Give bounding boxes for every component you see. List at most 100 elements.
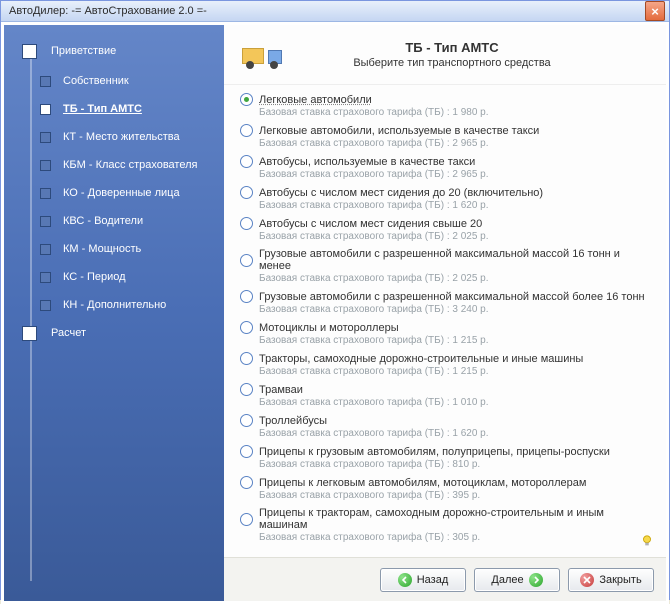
sidebar-item-label: КО - Доверенные лица: [63, 187, 180, 199]
wizard-body: Приветствие Собственник ТБ - Тип АМТС КТ -…: [1, 22, 669, 604]
sidebar-item-label: КС - Период: [63, 271, 126, 283]
vehicle-radio-10[interactable]: Троллейбусы: [240, 414, 654, 427]
radio-icon: [240, 290, 253, 303]
sidebar-end[interactable]: Расчет: [22, 319, 224, 347]
sidebar: Приветствие Собственник ТБ - Тип АМТС КТ -…: [4, 25, 224, 601]
arrow-right-icon: [529, 573, 543, 587]
sidebar-item-1[interactable]: ТБ - Тип АМТС: [22, 95, 224, 123]
radio-icon: [240, 476, 253, 489]
options-list: Легковые автомобилиБазовая ставка страхо…: [224, 85, 666, 557]
vehicle-radio-2[interactable]: Автобусы, используемые в качестве такси: [240, 155, 654, 168]
option-rate: Базовая ставка страхового тарифа (ТБ) : …: [259, 459, 654, 470]
next-label: Далее: [491, 574, 523, 586]
node-icon: [40, 216, 51, 227]
vehicle-radio-8[interactable]: Тракторы, самоходные дорожно-строительны…: [240, 352, 654, 365]
vehicle-option-13: Прицепы к тракторам, самоходным дорожно-…: [240, 507, 654, 543]
option-label: Автобусы с числом мест сидения до 20 (вк…: [259, 187, 543, 199]
titlebar: АвтоДилер: -= АвтоСтрахование 2.0 =- ×: [1, 1, 669, 22]
vehicle-radio-11[interactable]: Прицепы к грузовым автомобилям, полуприц…: [240, 445, 654, 458]
sidebar-item-label: КН - Дополнительно: [63, 299, 166, 311]
vehicle-radio-13[interactable]: Прицепы к тракторам, самоходным дорожно-…: [240, 507, 654, 531]
node-icon: [40, 104, 51, 115]
radio-icon: [240, 352, 253, 365]
vehicle-option-5: Грузовые автомобили с разрешенной максим…: [240, 248, 654, 284]
vehicle-radio-3[interactable]: Автобусы с числом мест сидения до 20 (вк…: [240, 186, 654, 199]
vehicle-option-10: ТроллейбусыБазовая ставка страхового тар…: [240, 414, 654, 439]
radio-icon: [240, 254, 253, 267]
sidebar-item-label: ТБ - Тип АМТС: [63, 103, 142, 115]
node-icon: [40, 188, 51, 199]
vehicle-option-6: Грузовые автомобили с разрешенной максим…: [240, 290, 654, 315]
radio-icon: [240, 217, 253, 230]
sidebar-item-8[interactable]: КН - Дополнительно: [22, 291, 224, 319]
option-label: Грузовые автомобили с разрешенной максим…: [259, 248, 654, 272]
vehicle-option-7: Мотоциклы и мотороллерыБазовая ставка ст…: [240, 321, 654, 346]
vehicle-radio-0[interactable]: Легковые автомобили: [240, 93, 654, 106]
back-button[interactable]: Назад: [380, 568, 466, 592]
option-label: Прицепы к легковым автомобилям, мотоцикл…: [259, 477, 586, 489]
sidebar-item-3[interactable]: КБМ - Класс страхователя: [22, 151, 224, 179]
option-rate: Базовая ставка страхового тарифа (ТБ) : …: [259, 532, 654, 543]
sidebar-item-6[interactable]: КМ - Мощность: [22, 235, 224, 263]
option-rate: Базовая ставка страхового тарифа (ТБ) : …: [259, 107, 654, 118]
back-label: Назад: [417, 574, 449, 586]
header-text: ТБ - Тип АМТС Выберите тип транспортного…: [298, 40, 650, 69]
option-label: Автобусы с числом мест сидения свыше 20: [259, 218, 482, 230]
vehicle-radio-1[interactable]: Легковые автомобили, используемые в каче…: [240, 124, 654, 137]
node-icon: [40, 160, 51, 171]
sidebar-start[interactable]: Приветствие: [22, 37, 224, 65]
option-label: Мотоциклы и мотороллеры: [259, 322, 399, 334]
sidebar-item-label: Собственник: [63, 75, 129, 87]
page-title: ТБ - Тип АМТС: [298, 40, 606, 55]
sidebar-item-0[interactable]: Собственник: [22, 67, 224, 95]
page-subtitle: Выберите тип транспортного средства: [298, 57, 606, 69]
vehicle-option-0: Легковые автомобилиБазовая ставка страхо…: [240, 93, 654, 118]
option-label: Легковые автомобили: [259, 94, 372, 106]
node-icon: [40, 300, 51, 311]
option-label: Тракторы, самоходные дорожно-строительны…: [259, 353, 583, 365]
option-rate: Базовая ставка страхового тарифа (ТБ) : …: [259, 490, 654, 501]
option-label: Автобусы, используемые в качестве такси: [259, 156, 475, 168]
radio-icon: [240, 383, 253, 396]
option-label: Грузовые автомобили с разрешенной максим…: [259, 291, 645, 303]
radio-icon: [240, 513, 253, 526]
option-rate: Базовая ставка страхового тарифа (ТБ) : …: [259, 335, 654, 346]
sidebar-item-7[interactable]: КС - Период: [22, 263, 224, 291]
footer: Назад Далее Закрыть: [224, 557, 666, 601]
radio-icon: [240, 445, 253, 458]
vehicle-radio-6[interactable]: Грузовые автомобили с разрешенной максим…: [240, 290, 654, 303]
sidebar-item-label: КМ - Мощность: [63, 243, 141, 255]
radio-icon: [240, 321, 253, 334]
sidebar-item-2[interactable]: КТ - Место жительства: [22, 123, 224, 151]
vehicle-option-11: Прицепы к грузовым автомобилям, полуприц…: [240, 445, 654, 470]
next-button[interactable]: Далее: [474, 568, 560, 592]
node-end-icon: [22, 326, 37, 341]
vehicle-option-9: ТрамваиБазовая ставка страхового тарифа …: [240, 383, 654, 408]
vehicle-radio-9[interactable]: Трамваи: [240, 383, 654, 396]
option-label: Прицепы к грузовым автомобилям, полуприц…: [259, 446, 610, 458]
option-rate: Базовая ставка страхового тарифа (ТБ) : …: [259, 366, 654, 377]
sidebar-item-5[interactable]: КВС - Водители: [22, 207, 224, 235]
window-title: АвтоДилер: -= АвтоСтрахование 2.0 =-: [9, 5, 645, 17]
sidebar-item-label: КВС - Водители: [63, 215, 143, 227]
vehicle-option-1: Легковые автомобили, используемые в каче…: [240, 124, 654, 149]
vehicle-radio-12[interactable]: Прицепы к легковым автомобилям, мотоцикл…: [240, 476, 654, 489]
close-label: Закрыть: [599, 574, 641, 586]
x-icon: [580, 573, 594, 587]
vehicle-radio-7[interactable]: Мотоциклы и мотороллеры: [240, 321, 654, 334]
close-icon[interactable]: ×: [645, 1, 665, 21]
node-icon: [40, 132, 51, 143]
radio-icon: [240, 186, 253, 199]
vehicle-option-12: Прицепы к легковым автомобилям, мотоцикл…: [240, 476, 654, 501]
hint-bulb-icon[interactable]: [640, 534, 654, 551]
option-label: Легковые автомобили, используемые в каче…: [259, 125, 539, 137]
sidebar-start-label: Приветствие: [51, 45, 116, 57]
sidebar-item-4[interactable]: КО - Доверенные лица: [22, 179, 224, 207]
node-icon: [40, 272, 51, 283]
vehicle-radio-5[interactable]: Грузовые автомобили с разрешенной максим…: [240, 248, 654, 272]
vehicle-option-8: Тракторы, самоходные дорожно-строительны…: [240, 352, 654, 377]
option-rate: Базовая ставка страхового тарифа (ТБ) : …: [259, 273, 654, 284]
close-button[interactable]: Закрыть: [568, 568, 654, 592]
vehicle-radio-4[interactable]: Автобусы с числом мест сидения свыше 20: [240, 217, 654, 230]
wizard-window: АвтоДилер: -= АвтоСтрахование 2.0 =- × П…: [0, 0, 670, 600]
